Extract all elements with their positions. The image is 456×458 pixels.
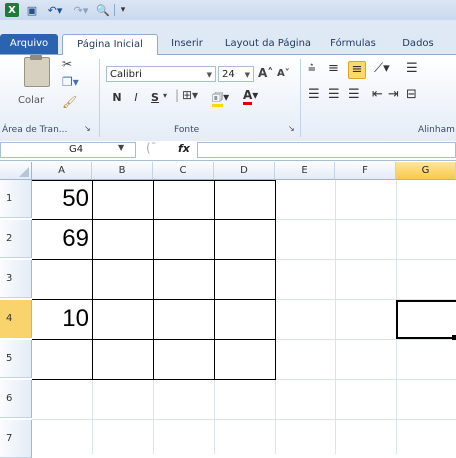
font-group-label: Fonte [174,125,200,135]
font-color-icon[interactable]: A▾ [243,88,258,105]
borders-icon[interactable]: ⊞▾ [182,88,198,102]
column-header-a[interactable]: A [32,162,92,180]
font-size-select[interactable]: 24 ▼ [218,66,254,82]
grow-font-icon[interactable]: A˄ [258,66,273,80]
quick-access-separator [114,4,115,16]
column-header-g[interactable]: G [396,162,456,180]
align-left-icon[interactable]: ☰ [308,87,320,102]
gridline [335,180,336,454]
tab-home[interactable]: Página Inicial [62,34,158,55]
print-preview-icon[interactable]: 🔍 [94,2,112,18]
cell-a1[interactable]: 50 [32,180,92,218]
active-cell-g4[interactable] [396,300,456,339]
cancel-formula-icon: (ˉ [146,141,157,155]
font-size-value: 24 [222,69,235,80]
ribbon-home: Colar ✂ ❐▾ 🖌 Área de Tran... ↘ Calibri ▼… [0,55,456,143]
column-header-c[interactable]: C [153,162,214,180]
copy-icon[interactable]: ❐▾ [62,75,79,89]
align-center-icon[interactable]: ☰ [328,87,340,102]
tab-formulas[interactable]: Fórmulas [322,35,384,53]
name-box[interactable]: G4 [0,142,136,158]
tab-data[interactable]: Dados [390,35,446,53]
clipboard-group-label: Área de Tran... [2,125,68,135]
underline-button[interactable]: S [148,90,162,106]
title-bar: X ▣ ↶▾ ↷▾ 🔍 ▾ [0,0,456,20]
row-header-4[interactable]: 4 [0,300,32,338]
tab-insert[interactable]: Inserir [160,35,214,53]
row-header-7[interactable]: 7 [0,420,32,458]
formula-input[interactable] [197,142,456,158]
fill-handle[interactable] [452,335,456,340]
column-header-b[interactable]: B [92,162,153,180]
customize-quick-access-icon[interactable]: ▾ [118,2,128,18]
ribbon-tabs: Arquivo Página Inicial Inserir Layout da… [0,20,456,55]
row-header-2[interactable]: 2 [0,220,32,258]
table-border [214,180,215,380]
formula-bar: G4 ▼ (ˉ fx [0,141,456,161]
fill-color-icon[interactable]: 🗊▾ [212,88,229,109]
font-launcher-icon[interactable]: ↘ [288,124,295,133]
row-header-3[interactable]: 3 [0,260,32,298]
paste-icon[interactable] [24,55,50,87]
excel-icon[interactable]: X [4,2,20,18]
tab-file[interactable]: Arquivo [0,34,58,54]
redo-icon[interactable]: ↷▾ [70,2,92,18]
bold-button[interactable]: N [110,90,124,106]
increase-indent-icon[interactable]: ⇥ [388,87,399,102]
orientation-icon[interactable]: ⟋▾ [374,61,390,76]
wrap-text-icon[interactable]: ☰ [406,61,418,76]
align-right-icon[interactable]: ☰ [348,87,360,102]
shrink-font-icon[interactable]: A˅ [277,68,290,79]
undo-icon[interactable]: ↶▾ [44,2,66,18]
font-name-select[interactable]: Calibri ▼ [106,66,216,82]
row-header-1[interactable]: 1 [0,180,32,218]
paste-button[interactable]: Colar [18,95,44,106]
group-separator [300,59,301,137]
font-name-value: Calibri [110,69,142,80]
column-header-d[interactable]: D [214,162,275,180]
merge-center-icon[interactable]: ⊟ [406,87,417,102]
table-border [275,180,276,380]
cut-icon[interactable]: ✂ [62,57,72,71]
tab-page-layout[interactable]: Layout da Página [220,35,316,53]
clipboard-launcher-icon[interactable]: ↘ [84,124,91,133]
cell-a4[interactable]: 10 [32,300,92,338]
chevron-down-icon: ▼ [206,71,212,79]
chevron-down-icon: ▼ [244,71,250,79]
italic-button[interactable]: I [129,90,143,106]
select-all-button[interactable] [0,162,32,180]
name-box-dropdown-icon[interactable]: ▼ [118,143,124,152]
worksheet-grid: A B C D E F G 1 2 3 4 5 6 7 50 69 10 [0,162,456,458]
cell-a2[interactable]: 69 [32,220,92,258]
row-header-5[interactable]: 5 [0,340,32,378]
table-border [92,180,93,380]
insert-function-icon[interactable]: fx [178,142,190,155]
column-header-e[interactable]: E [275,162,335,180]
save-icon[interactable]: ▣ [24,2,40,18]
row-header-6[interactable]: 6 [0,380,32,418]
align-top-icon[interactable]: ⩮ [308,61,316,76]
table-border [153,180,154,380]
decrease-indent-icon[interactable]: ⇤ [372,87,383,102]
alignment-group-label: Alinham [418,125,455,135]
group-separator [99,59,100,137]
underline-dropdown-icon[interactable]: ▾ [163,91,167,100]
format-painter-icon[interactable]: 🖌 [62,95,77,109]
gridline [32,419,456,420]
align-bottom-icon[interactable]: ≡ [348,61,366,79]
separator-icon: | [175,88,180,102]
column-header-f[interactable]: F [335,162,396,180]
align-middle-icon[interactable]: ≡ [328,61,339,76]
